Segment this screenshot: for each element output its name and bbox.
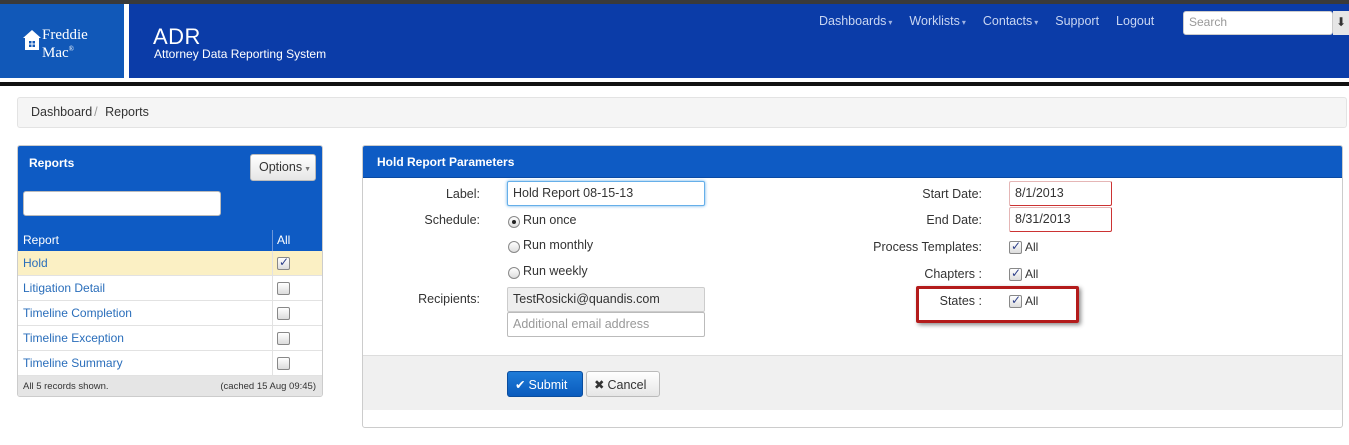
radio-run-once[interactable] xyxy=(508,216,520,228)
options-button[interactable]: Options ▼ xyxy=(250,154,316,181)
chevron-down-icon: ▼ xyxy=(304,166,312,173)
logo-divider xyxy=(124,4,129,78)
cell-divider xyxy=(272,276,273,301)
cell-divider xyxy=(272,326,273,351)
top-nav: Dashboards ▾ Worklists ▾ Contacts ▾ Support… xyxy=(819,14,1171,28)
report-link-timeline-exception[interactable]: Timeline Exception xyxy=(23,331,124,345)
submit-button[interactable]: ✔ Submit xyxy=(507,371,583,397)
logo-line-1: Freddie xyxy=(42,27,88,43)
additional-email-input[interactable]: Additional email address xyxy=(507,312,705,337)
reports-panel-footer: All 5 records shown. (cached 15 Aug 09:4… xyxy=(18,376,322,396)
checkbox-litigation-detail[interactable] xyxy=(277,282,290,295)
chevron-down-icon: ▾ xyxy=(1034,18,1039,27)
form-actions: ✔ Submit ✖ Cancel xyxy=(363,355,1342,410)
header-divider-black xyxy=(0,82,1349,86)
checkbox-chapters-all[interactable] xyxy=(1009,266,1022,281)
checkbox-timeline-exception[interactable] xyxy=(277,332,290,345)
report-parameters-panel: Hold Report Parameters Label: Hold Repor… xyxy=(362,145,1343,428)
states-highlight-annotation xyxy=(916,286,1079,323)
cache-timestamp: (cached 15 Aug 09:45) xyxy=(220,381,316,392)
reports-panel-title: Reports xyxy=(29,156,75,170)
breadcrumb-dashboard[interactable]: Dashboard xyxy=(31,105,92,119)
reports-filter-input[interactable] xyxy=(23,191,221,216)
checkbox-timeline-summary[interactable] xyxy=(277,357,290,370)
close-icon: ✖ xyxy=(594,378,605,392)
column-all[interactable]: All xyxy=(277,233,290,247)
report-parameters-header: Hold Report Parameters xyxy=(363,146,1342,178)
app-subtitle: Attorney Data Reporting System xyxy=(154,47,327,61)
column-divider xyxy=(272,230,273,251)
report-parameters-title: Hold Report Parameters xyxy=(377,155,515,169)
recipients-label: Recipients: xyxy=(418,292,480,306)
radio-run-weekly-label[interactable]: Run weekly xyxy=(523,264,588,278)
table-row[interactable]: Litigation Detail xyxy=(18,276,322,301)
logo-wordmark: Freddie Mac® xyxy=(42,27,88,61)
cell-divider xyxy=(272,351,273,376)
column-report[interactable]: Report xyxy=(23,233,59,247)
breadcrumb: Dashboard / Reports xyxy=(17,97,1347,128)
chevron-down-icon: ▾ xyxy=(961,18,966,27)
arrow-down-icon[interactable]: ⬇ xyxy=(1333,11,1349,35)
radio-run-monthly-label[interactable]: Run monthly xyxy=(523,238,593,252)
table-row[interactable]: Hold xyxy=(18,251,322,276)
chevron-down-icon: ▾ xyxy=(888,18,893,27)
freddie-mac-logo[interactable]: Freddie Mac® xyxy=(0,4,124,78)
nav-contacts[interactable]: Contacts ▾ xyxy=(983,14,1038,28)
logo-line-2: Mac xyxy=(42,45,69,61)
cancel-button[interactable]: ✖ Cancel xyxy=(586,371,660,397)
house-logo-icon xyxy=(23,30,41,50)
nav-worklists[interactable]: Worklists ▾ xyxy=(909,14,965,28)
end-date-input[interactable]: 8/31/2013 xyxy=(1009,207,1112,232)
chapters-all-label: All xyxy=(1025,267,1039,281)
report-label-input[interactable]: Hold Report 08-15-13 xyxy=(507,181,705,206)
report-link-hold[interactable]: Hold xyxy=(23,256,48,270)
process-templates-label: Process Templates: xyxy=(873,240,982,254)
end-date-label: End Date: xyxy=(926,213,982,227)
registered-mark: ® xyxy=(68,45,74,53)
reports-table-body: Hold Litigation Detail Timeline Completi… xyxy=(18,251,322,376)
recipient-email-field: TestRosicki@quandis.com xyxy=(507,287,705,312)
report-link-timeline-completion[interactable]: Timeline Completion xyxy=(23,306,132,320)
report-link-litigation-detail[interactable]: Litigation Detail xyxy=(23,281,105,295)
checkbox-timeline-completion[interactable] xyxy=(277,307,290,320)
search-input[interactable]: Search xyxy=(1183,11,1333,35)
table-row[interactable]: Timeline Completion xyxy=(18,301,322,326)
radio-run-monthly[interactable] xyxy=(508,241,520,253)
reports-panel: Reports Options▼ Report All Hold Litigat… xyxy=(17,145,323,397)
nav-support[interactable]: Support xyxy=(1055,14,1099,28)
table-row[interactable]: Timeline Summary xyxy=(18,351,322,376)
breadcrumb-separator: / xyxy=(94,105,98,119)
check-icon: ✔ xyxy=(515,378,526,392)
cell-divider xyxy=(272,301,273,326)
checkbox-hold[interactable] xyxy=(277,255,290,270)
nav-logout[interactable]: Logout xyxy=(1116,14,1154,28)
nav-dashboards[interactable]: Dashboards ▾ xyxy=(819,14,892,28)
checkbox-process-templates-all[interactable] xyxy=(1009,239,1022,254)
label-field-label: Label: xyxy=(445,187,480,201)
records-count: All 5 records shown. xyxy=(23,381,109,392)
start-date-label: Start Date: xyxy=(922,187,982,201)
process-templates-all-label: All xyxy=(1025,240,1039,254)
app-header: Freddie Mac® ADR Attorney Data Reporting… xyxy=(0,4,1349,78)
table-row[interactable]: Timeline Exception xyxy=(18,326,322,351)
reports-table-header: Report All xyxy=(18,230,322,251)
report-link-timeline-summary[interactable]: Timeline Summary xyxy=(23,356,123,370)
radio-run-weekly[interactable] xyxy=(508,267,520,279)
radio-run-once-label[interactable]: Run once xyxy=(523,213,577,227)
breadcrumb-reports: Reports xyxy=(105,105,149,119)
reports-panel-header: Reports Options ▼ xyxy=(18,146,322,230)
schedule-label: Schedule: xyxy=(424,213,480,227)
start-date-input[interactable]: 8/1/2013 xyxy=(1009,181,1112,206)
cell-divider xyxy=(272,251,273,276)
chapters-label: Chapters : xyxy=(924,267,982,281)
